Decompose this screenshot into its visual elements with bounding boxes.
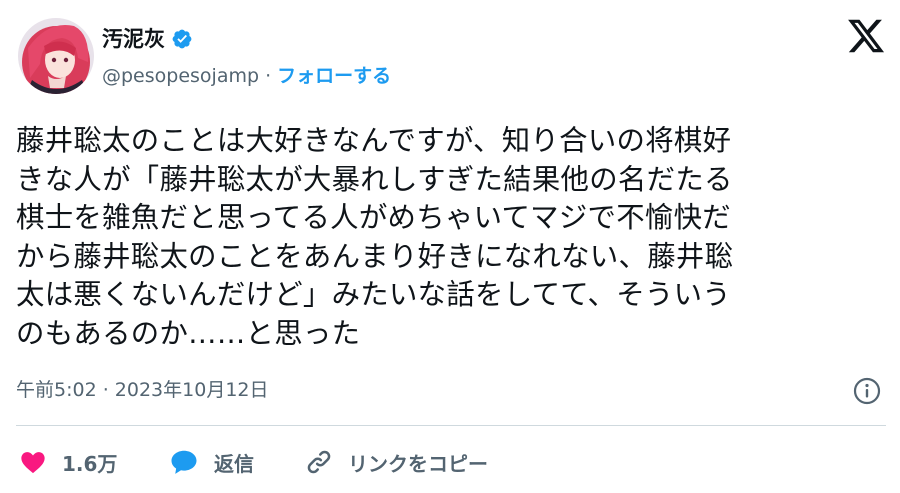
divider (16, 425, 886, 426)
x-logo-icon[interactable] (846, 16, 886, 56)
copy-link-button[interactable]: リンクをコピー (304, 445, 488, 479)
avatar[interactable] (18, 18, 94, 94)
reply-label: 返信 (214, 451, 254, 476)
like-count: 1.6万 (62, 451, 118, 476)
verified-badge-icon (172, 29, 192, 49)
tweet-text: 藤井聡太のことは大好きなんですが、知り合いの将棋好 きな人が「藤井聡太が大暴れし… (16, 122, 876, 353)
tweet-text-line: のもあるのか……と思った (16, 316, 361, 350)
author-name-row[interactable]: 汚泥灰 (102, 24, 193, 54)
copy-link-label: リンクをコピー (348, 451, 488, 476)
tweet-text-line: 藤井聡太のことは大好きなんですが、知り合いの将棋好 (16, 124, 732, 157)
author-handle-row: @pesopesojamp · フォローする (102, 62, 391, 90)
reply-button[interactable]: 返信 (168, 445, 254, 479)
separator-dot: · (259, 65, 278, 87)
author-display-name[interactable]: 汚泥灰 (102, 24, 165, 54)
tweet-text-line: 棋士を雑魚だと思ってる人がめちゃいてマジで不愉快だ (16, 201, 731, 234)
author-handle[interactable]: @pesopesojamp (102, 65, 259, 87)
tweet-text-line: から藤井聡太のことをあんまり好きになれない、藤井聡 (16, 239, 734, 273)
tweet-timestamp[interactable]: 午前5:02 · 2023年10月12日 (16, 376, 269, 404)
tweet-text-line: 太は悪くないんだけど」みたいな話をしてて、そういう (16, 278, 731, 311)
like-button[interactable]: 1.6万 (18, 445, 117, 479)
speech-bubble-icon (171, 450, 197, 474)
avatar-image (18, 18, 94, 94)
follow-button[interactable]: フォローする (277, 65, 391, 87)
info-icon[interactable] (852, 376, 882, 406)
heart-icon (21, 452, 45, 474)
link-icon (307, 450, 331, 474)
tweet-text-line: きな人が「藤井聡太が大暴れしすぎた結果他の名だたる (16, 162, 733, 196)
